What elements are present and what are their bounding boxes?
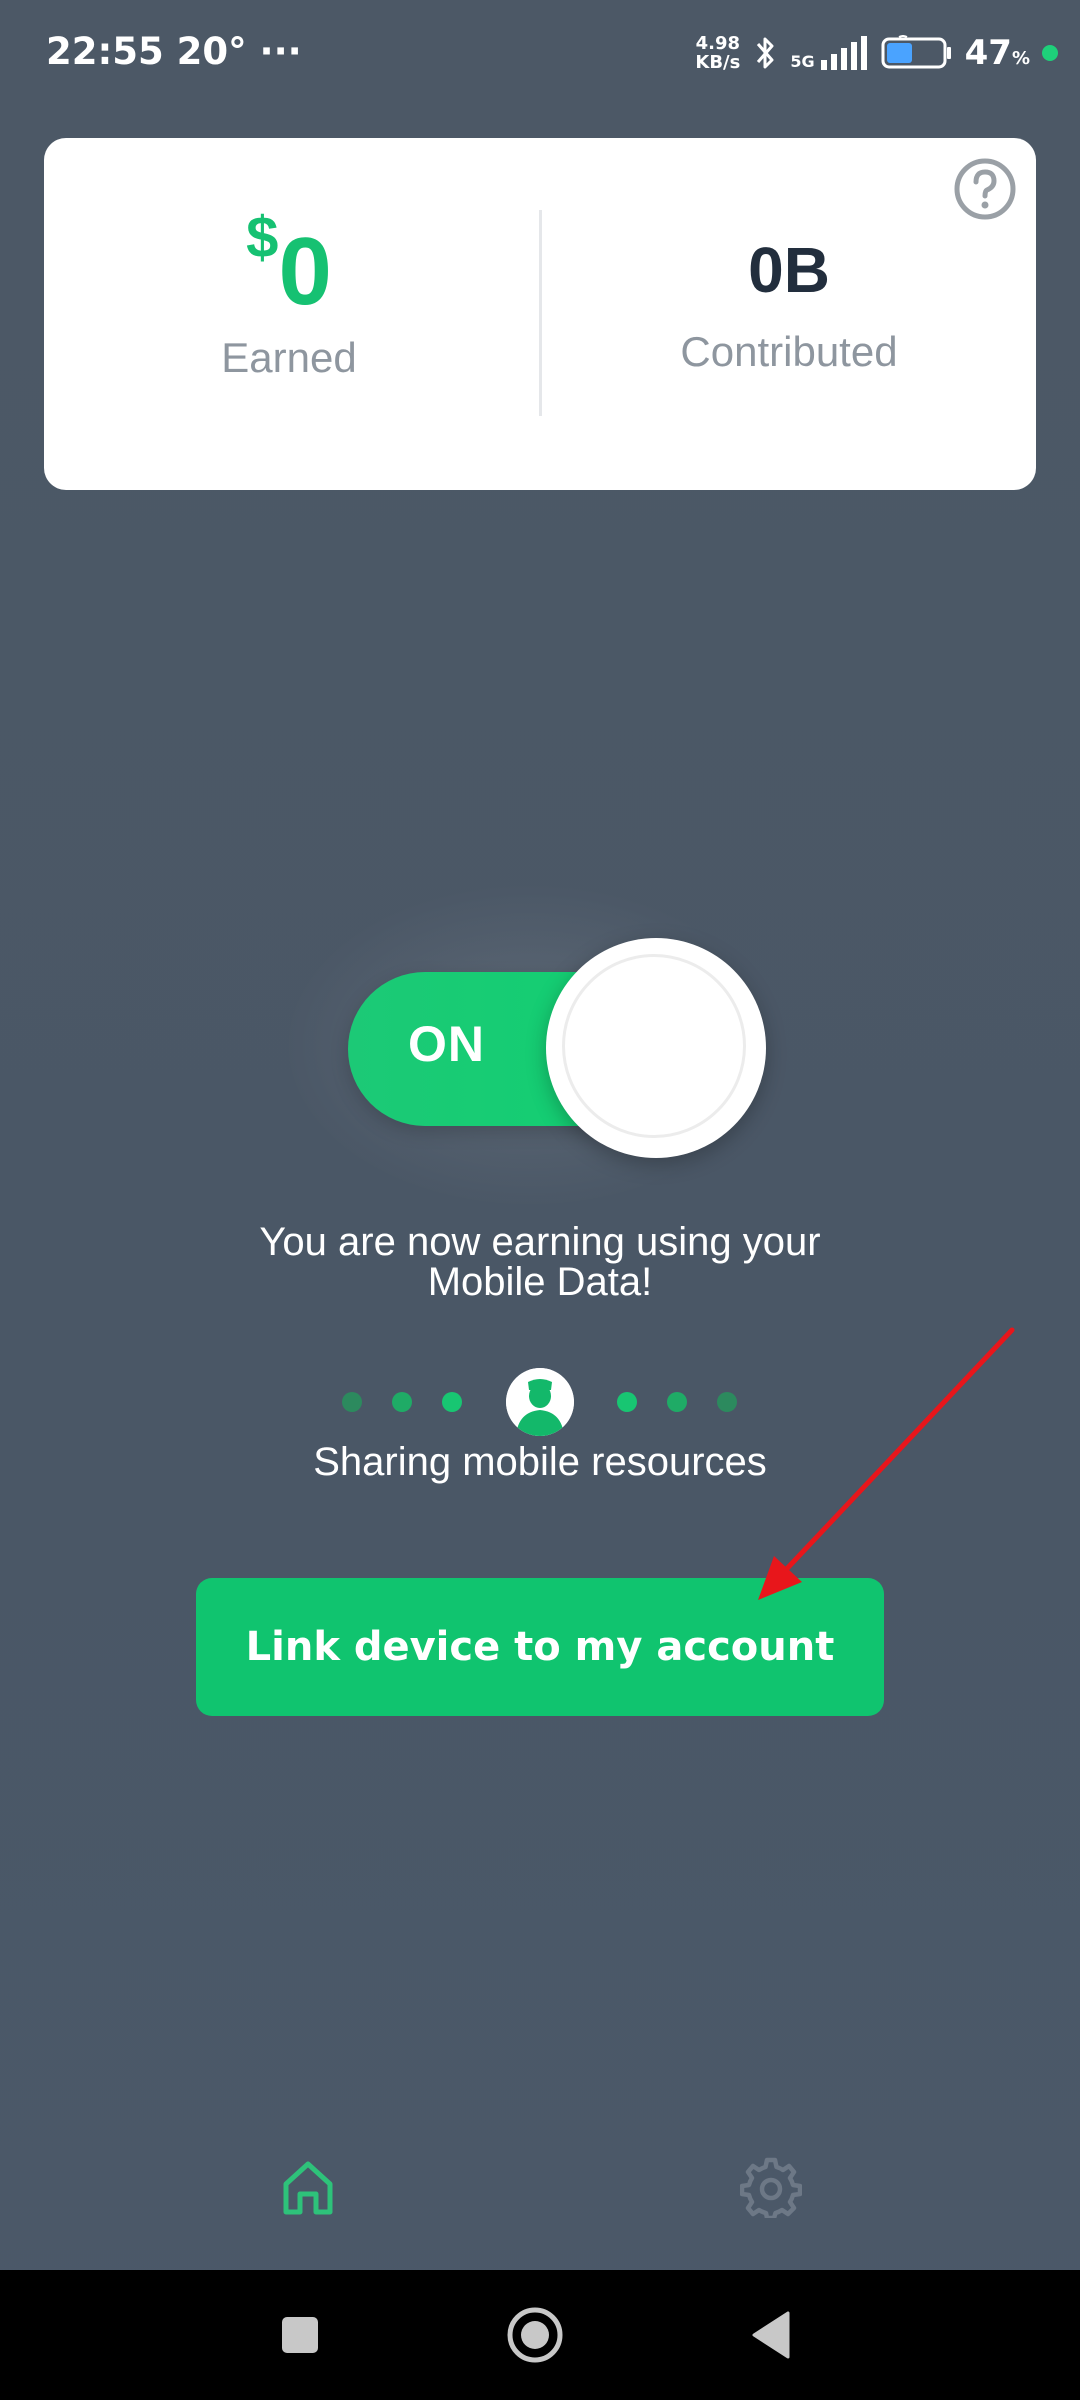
system-nav-bar (0, 2270, 1080, 2400)
back-button[interactable] (690, 2270, 850, 2400)
contributed-label: Contributed (680, 328, 898, 375)
home-icon[interactable] (278, 2158, 338, 2218)
contributed-value: 0B (748, 234, 830, 306)
progress-dot (392, 1392, 412, 1412)
toggle-knob[interactable] (546, 938, 766, 1158)
battery-percent: 47% (964, 33, 1030, 73)
recents-square-icon (282, 2317, 318, 2353)
back-triangle-icon (752, 2311, 790, 2359)
battery-icon (881, 35, 951, 69)
currency-symbol: $ (246, 205, 279, 270)
home-circle-icon (507, 2307, 563, 2363)
stats-card: $ 0 Earned 0B Contributed (44, 138, 1036, 490)
card-divider (539, 210, 542, 416)
network-type: 5G (790, 36, 868, 70)
status-icons: 4.98 KB/s 5G 47% (695, 28, 1058, 78)
signal-icon (820, 36, 867, 70)
gear-icon[interactable] (740, 2156, 802, 2218)
recents-button[interactable] (220, 2270, 380, 2400)
earned-stat: $ 0 Earned (44, 208, 534, 382)
progress-dot (717, 1392, 737, 1412)
toggle-label: ON (408, 1016, 485, 1072)
progress-dot (617, 1392, 637, 1412)
status-dot (1042, 45, 1058, 61)
network-speed: 4.98 KB/s (695, 33, 741, 73)
status-time: 22:55 20° ··· (46, 30, 302, 73)
earning-status-message: You are now earning using your Mobile Da… (259, 1220, 821, 1304)
bluetooth-icon (757, 37, 774, 69)
progress-dot (342, 1392, 362, 1412)
annotation-arrow-icon (758, 1327, 1015, 1600)
earned-amount: 0 (278, 218, 332, 325)
status-bar: 22:55 20° ··· 4.98 KB/s 5G 47% (0, 0, 1080, 110)
progress-dot (667, 1392, 687, 1412)
progress-dot (442, 1392, 462, 1412)
earned-value: $ 0 (246, 208, 332, 332)
contributed-stat: 0B Contributed (544, 208, 1034, 376)
user-avatar-icon (506, 1368, 574, 1436)
earned-label: Earned (221, 334, 357, 381)
home-nav-button[interactable] (455, 2270, 615, 2400)
